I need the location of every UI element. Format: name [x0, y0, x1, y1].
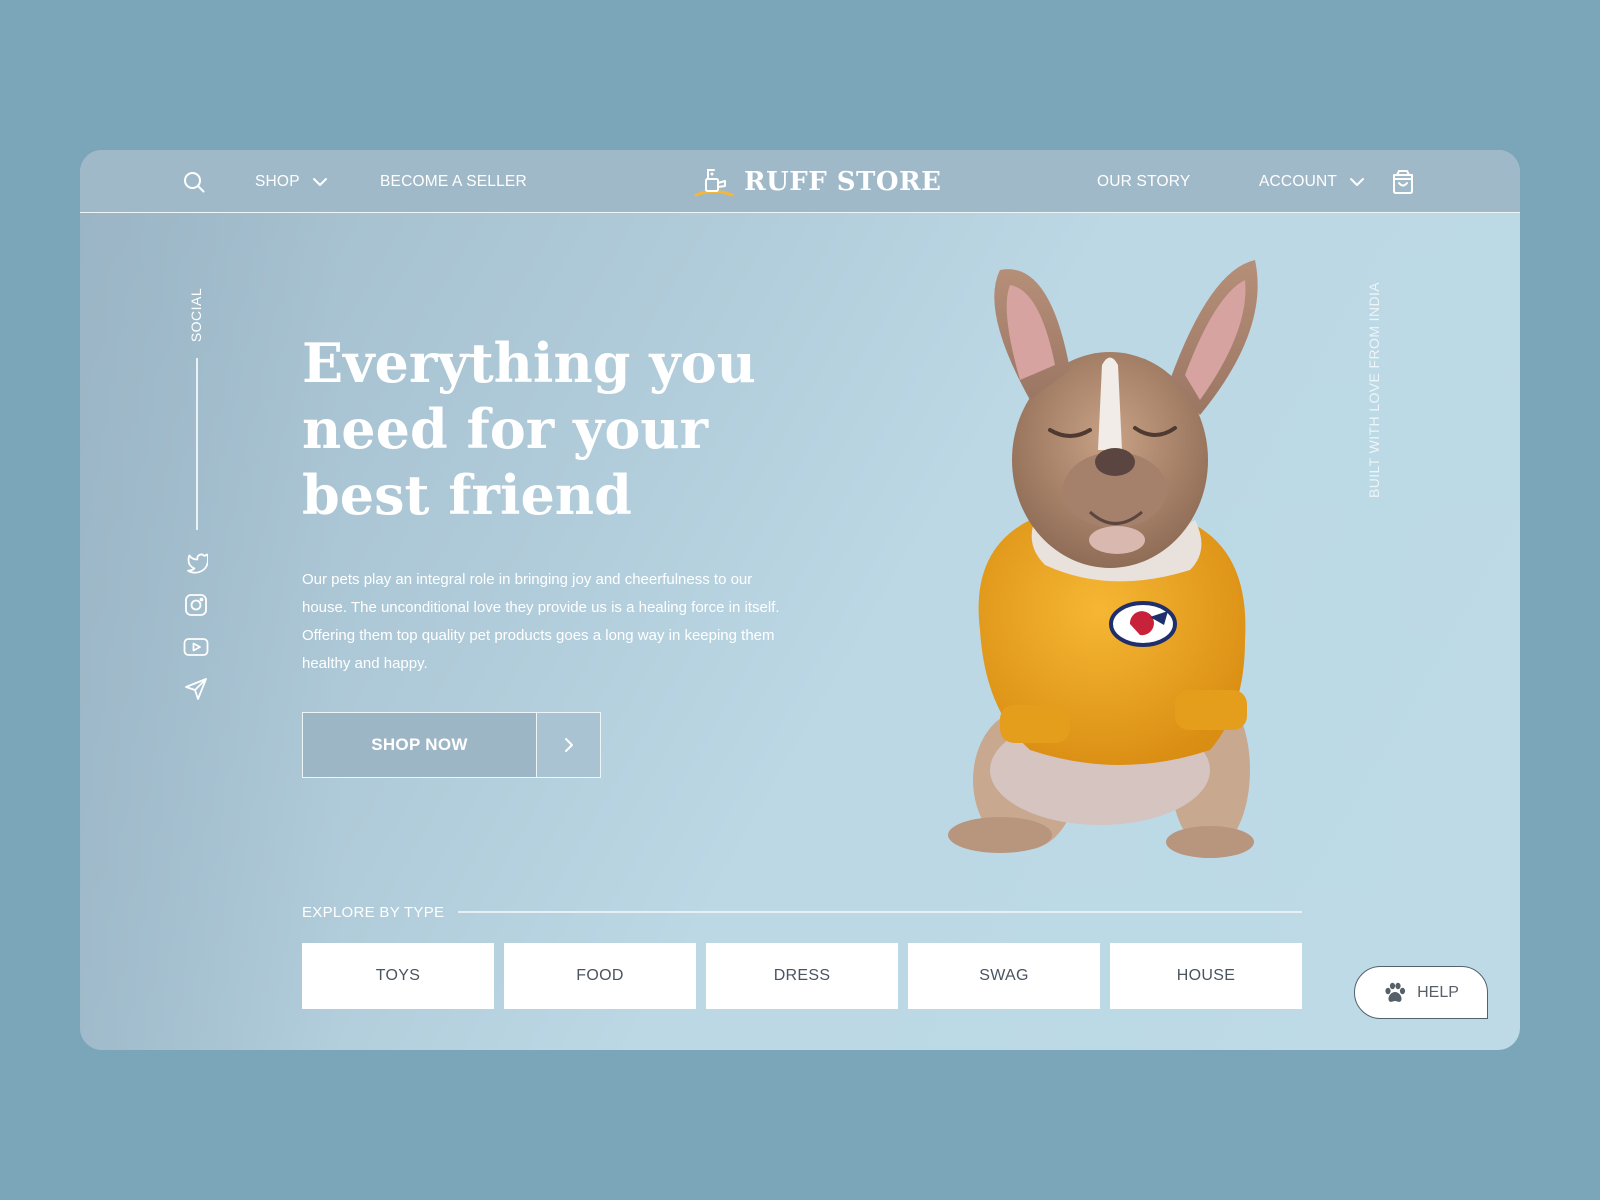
app-window: SHOP BECOME A SELLER RUFF STORE OUR STOR…: [80, 150, 1520, 1050]
shop-now-button[interactable]: SHOP NOW: [302, 712, 601, 778]
category-swag[interactable]: SWAG: [908, 943, 1100, 1009]
side-note: BUILT WITH LOVE FROM INDIA: [1366, 281, 1383, 499]
explore-header: EXPLORE BY TYPE: [302, 902, 1302, 922]
twitter-icon[interactable]: [183, 550, 209, 576]
social-label: SOCIAL: [188, 287, 205, 343]
category-food[interactable]: FOOD: [504, 943, 696, 1009]
shop-menu[interactable]: SHOP: [255, 150, 328, 213]
brand-logo[interactable]: RUFF STORE: [694, 150, 941, 213]
help-button[interactable]: HELP: [1354, 966, 1488, 1019]
category-dress[interactable]: DRESS: [706, 943, 898, 1009]
chevron-down-icon: [1350, 177, 1365, 186]
category-toys[interactable]: TOYS: [302, 943, 494, 1009]
logo-icon: [694, 168, 734, 196]
dog-image: [948, 260, 1258, 858]
chevron-right-icon: [536, 713, 600, 777]
become-seller-link[interactable]: BECOME A SELLER: [380, 150, 527, 213]
brand-name: RUFF STORE: [744, 166, 942, 197]
our-story-link[interactable]: OUR STORY: [1097, 150, 1190, 213]
account-menu[interactable]: ACCOUNT: [1259, 150, 1365, 213]
shop-now-label: SHOP NOW: [303, 713, 536, 777]
category-house[interactable]: HOUSE: [1110, 943, 1302, 1009]
hero-title: Everything you need for your best friend: [302, 331, 756, 527]
hero-description: Our pets play an integral role in bringi…: [302, 571, 780, 672]
account-menu-label: ACCOUNT: [1259, 172, 1338, 190]
top-navbar: SHOP BECOME A SELLER RUFF STORE OUR STOR…: [80, 150, 1520, 213]
youtube-icon[interactable]: [183, 634, 209, 660]
category-list: TOYS FOOD DRESS SWAG HOUSE: [302, 943, 1302, 1009]
instagram-icon[interactable]: [183, 592, 209, 618]
social-divider: [196, 358, 198, 530]
explore-label: EXPLORE BY TYPE: [302, 903, 445, 921]
cart-icon[interactable]: [1391, 150, 1415, 213]
search-icon[interactable]: [182, 150, 206, 213]
our-story-label: OUR STORY: [1097, 172, 1191, 190]
explore-divider: [458, 911, 1302, 913]
help-label: HELP: [1417, 983, 1459, 1001]
send-icon[interactable]: [183, 676, 209, 702]
shop-menu-label: SHOP: [255, 172, 300, 190]
become-seller-label: BECOME A SELLER: [380, 172, 527, 190]
paw-icon: [1385, 982, 1406, 1002]
chevron-down-icon: [312, 177, 327, 186]
